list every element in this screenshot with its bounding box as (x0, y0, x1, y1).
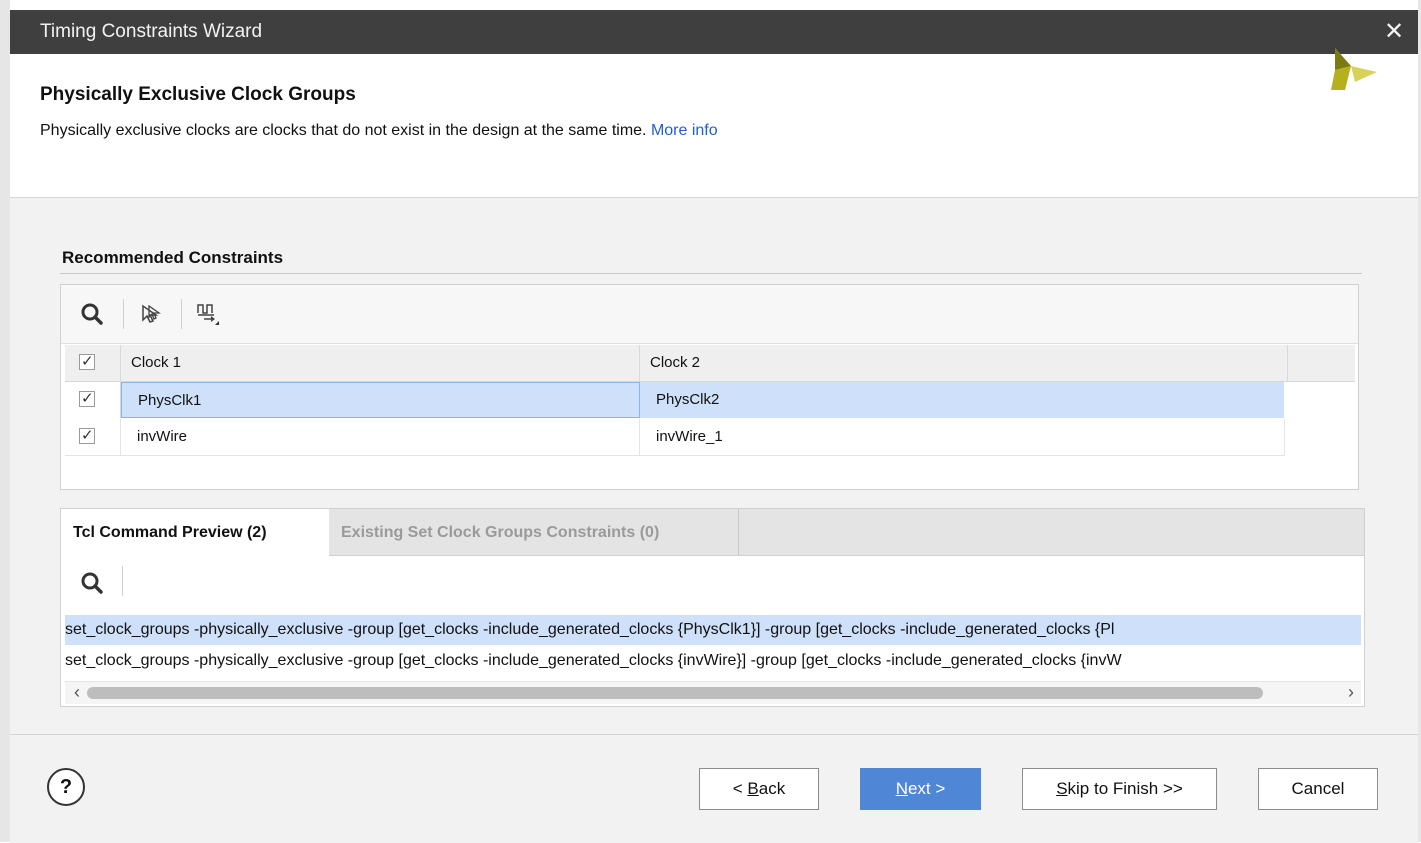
page-description: Physically exclusive clocks are clocks t… (40, 122, 718, 140)
tab-tcl-command-preview[interactable]: Tcl Command Preview (2) (61, 509, 329, 556)
back-button-label: ack (758, 779, 786, 798)
title-bar[interactable]: Timing Constraints Wizard ✕ (10, 10, 1418, 54)
help-icon[interactable]: ? (47, 768, 85, 806)
select-all-checkbox[interactable] (79, 345, 95, 380)
row-checkbox[interactable] (79, 419, 95, 454)
scroll-left-icon[interactable]: ‹ (69, 682, 85, 704)
row-checkbox-cell[interactable] (65, 382, 121, 418)
column-header-clock1[interactable]: Clock 1 (121, 345, 640, 381)
back-button[interactable]: < Back (699, 768, 819, 810)
skip-to-finish-button[interactable]: Skip to Finish >> (1022, 768, 1217, 810)
back-button-prefix: < (732, 779, 748, 798)
more-info-link[interactable]: More info (651, 122, 718, 139)
next-button[interactable]: Next > (860, 768, 981, 810)
search-icon[interactable] (77, 568, 107, 598)
tcl-command-line[interactable]: set_clock_groups -physically_exclusive -… (65, 615, 1361, 645)
next-button-mnemonic: N (895, 779, 908, 798)
select-all-checkbox-cell[interactable] (65, 345, 121, 381)
scrollbar-thumb[interactable] (87, 687, 1263, 699)
preview-toolbar (61, 556, 1364, 612)
clock-waveform-icon[interactable] (193, 299, 223, 329)
preview-tabs-panel: Tcl Command Preview (2) Existing Set Clo… (60, 508, 1365, 707)
back-button-mnemonic: B (747, 779, 759, 798)
table-toolbar (61, 285, 1358, 344)
toolbar-separator (122, 566, 123, 596)
column-header-clock2[interactable]: Clock 2 (640, 345, 1288, 381)
close-icon[interactable]: ✕ (1376, 10, 1412, 54)
toolbar-separator (123, 299, 124, 329)
toolbar-separator (181, 299, 182, 329)
tab-strip: Tcl Command Preview (2) Existing Set Clo… (61, 509, 1364, 556)
tcl-command-line[interactable]: set_clock_groups -physically_exclusive -… (65, 646, 1361, 676)
next-button-label: ext > (907, 779, 946, 798)
page-title: Physically Exclusive Clock Groups (40, 84, 356, 105)
recommended-constraints-table: Clock 1 Clock 2 PhysClk1 PhysClk2 invWir… (60, 284, 1359, 490)
cursor-select-icon[interactable] (136, 299, 166, 329)
horizontal-scrollbar[interactable]: ‹ › (65, 681, 1361, 704)
cell-clock1[interactable]: invWire (121, 419, 640, 455)
skip-button-label: kip to Finish >> (1067, 779, 1183, 798)
search-icon[interactable] (77, 299, 107, 329)
skip-button-mnemonic: S (1056, 779, 1068, 798)
description-text: Physically exclusive clocks are clocks t… (40, 122, 647, 139)
wizard-header: Physically Exclusive Clock Groups Physic… (10, 54, 1418, 198)
cell-clock1[interactable]: PhysClk1 (121, 382, 640, 418)
xilinx-logo-icon (1331, 48, 1377, 90)
cancel-button[interactable]: Cancel (1258, 768, 1378, 810)
row-checkbox[interactable] (79, 382, 95, 417)
window-title: Timing Constraints Wizard (40, 21, 263, 42)
section-divider (60, 273, 1362, 274)
scroll-right-icon[interactable]: › (1343, 682, 1359, 704)
table-row[interactable]: invWire invWire_1 (65, 419, 1285, 456)
row-checkbox-cell[interactable] (65, 419, 121, 455)
window-frame-left (0, 0, 10, 842)
cell-clock2[interactable]: PhysClk2 (640, 382, 1284, 418)
cell-clock2[interactable]: invWire_1 (640, 419, 1284, 455)
table-row[interactable]: PhysClk1 PhysClk2 (65, 382, 1284, 418)
recommended-constraints-label: Recommended Constraints (62, 248, 284, 267)
table-header-row: Clock 1 Clock 2 (65, 345, 1355, 382)
tab-existing-constraints[interactable]: Existing Set Clock Groups Constraints (0… (329, 509, 739, 555)
